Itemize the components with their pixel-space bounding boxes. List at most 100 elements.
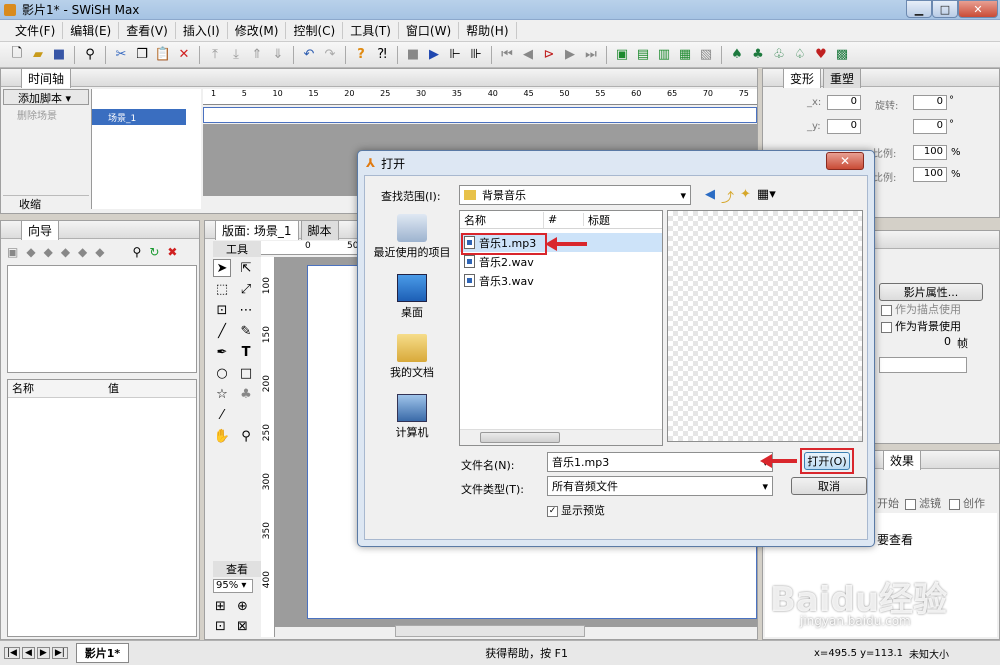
- bring-front-icon[interactable]: ⇑: [248, 46, 266, 64]
- new-folder-icon[interactable]: ✦: [740, 187, 751, 206]
- frame-select[interactable]: [879, 357, 967, 373]
- tab-effects[interactable]: 效果: [883, 449, 922, 470]
- next-frame-icon[interactable]: ▶: [561, 46, 579, 64]
- context-help-icon[interactable]: ⁈: [373, 46, 391, 64]
- star-tool-icon[interactable]: ☆: [213, 385, 231, 403]
- autoshape-tool-icon[interactable]: ♣: [237, 385, 255, 403]
- tab-transform[interactable]: 变形: [783, 67, 822, 88]
- menu-insert[interactable]: 插入(I): [176, 22, 228, 39]
- text-tool-icon[interactable]: T: [237, 343, 255, 361]
- menu-tools[interactable]: 工具(T): [343, 22, 399, 39]
- tab-script[interactable]: 脚本: [300, 219, 339, 240]
- shape-icon[interactable]: ◆: [44, 245, 53, 259]
- play-timeline-icon[interactable]: ⊩: [446, 46, 464, 64]
- motion-path-icon[interactable]: ⊡: [213, 301, 231, 319]
- ellipse-tool-icon[interactable]: ○: [213, 364, 231, 382]
- zoom-select[interactable]: 95% ▾: [213, 579, 253, 593]
- delete-icon[interactable]: ✕: [175, 46, 193, 64]
- view-menu-icon[interactable]: ▦▾: [757, 187, 776, 206]
- x-input[interactable]: 0: [827, 95, 861, 110]
- up-folder-icon[interactable]: ⤴: [721, 187, 734, 206]
- save-icon[interactable]: ■: [50, 46, 68, 64]
- next-tab-icon[interactable]: ▶: [36, 647, 50, 659]
- col-number-header[interactable]: #: [544, 213, 584, 226]
- close-icon[interactable]: ✖: [167, 245, 177, 259]
- line-tool-icon[interactable]: ╱: [213, 322, 231, 340]
- maximize-button[interactable]: □: [932, 0, 958, 18]
- pen-tool-icon[interactable]: ✒: [213, 343, 231, 361]
- first-tab-icon[interactable]: |◀: [4, 647, 20, 659]
- refresh-icon[interactable]: ↻: [149, 245, 159, 259]
- document-tab[interactable]: 影片1*: [75, 643, 130, 663]
- start-option[interactable]: 开始: [877, 495, 899, 511]
- subselect-tool-icon[interactable]: ⇱: [237, 259, 255, 277]
- stop-icon[interactable]: ■: [404, 46, 422, 64]
- filter-checkbox[interactable]: 滤镜: [905, 495, 941, 511]
- last-frame-icon[interactable]: ⏭: [582, 46, 600, 64]
- close-button[interactable]: ✕: [958, 0, 998, 18]
- place-computer[interactable]: 计算机: [373, 394, 451, 440]
- shape-icon[interactable]: ◆: [26, 245, 35, 259]
- filetype-select[interactable]: 所有音频文件 ▾: [547, 476, 773, 496]
- rectangle-tool-icon[interactable]: □: [237, 364, 255, 382]
- copy-icon[interactable]: ❐: [133, 46, 151, 64]
- place-recent[interactable]: 最近使用的项目: [373, 214, 451, 260]
- back-icon[interactable]: ◀: [705, 187, 715, 206]
- redo-icon[interactable]: ↷: [321, 46, 339, 64]
- hand-tool-icon[interactable]: ✋: [213, 427, 231, 445]
- look-in-select[interactable]: 背景音乐 ▾: [459, 185, 691, 205]
- eyedropper-tool-icon[interactable]: ⁄: [213, 406, 231, 424]
- zoom-fit-icon[interactable]: ⊞: [215, 599, 226, 614]
- select-tool-icon[interactable]: ➤: [213, 259, 231, 277]
- play-effect-icon[interactable]: ⊪: [467, 46, 485, 64]
- shape-icon[interactable]: ◆: [61, 245, 70, 259]
- dialog-close-button[interactable]: ✕: [826, 152, 864, 170]
- open-folder-icon[interactable]: ▰: [29, 46, 47, 64]
- effect-6-icon[interactable]: ▩: [833, 46, 851, 64]
- move-down-icon[interactable]: ⤓: [227, 46, 245, 64]
- effect-3-icon[interactable]: ♧: [770, 46, 788, 64]
- create-checkbox[interactable]: 创作: [949, 495, 985, 511]
- menu-window[interactable]: 窗口(W): [399, 22, 460, 39]
- insert-shape-icon[interactable]: ▦: [676, 46, 694, 64]
- new-file-icon[interactable]: 🗋: [8, 46, 26, 64]
- file-item[interactable]: 音乐3.wav: [460, 271, 662, 290]
- play-icon[interactable]: ▶: [425, 46, 443, 64]
- shape-icon[interactable]: ◆: [78, 245, 87, 259]
- col-title-header[interactable]: 标题: [584, 212, 610, 228]
- menu-control[interactable]: 控制(C): [286, 22, 344, 39]
- place-desktop[interactable]: 桌面: [373, 274, 451, 320]
- zoom-selection-icon[interactable]: ⊡: [215, 619, 226, 634]
- show-preview-checkbox[interactable]: ✓ 显示预览: [547, 502, 605, 518]
- reshape-tool-icon[interactable]: ⋯: [237, 301, 255, 319]
- add-script-button[interactable]: 添加脚本 ▾: [3, 89, 89, 105]
- filename-input[interactable]: 音乐1.mp3 ▾: [547, 452, 773, 472]
- pencil-tool-icon[interactable]: ✎: [237, 322, 255, 340]
- effect-4-icon[interactable]: ♤: [791, 46, 809, 64]
- background-checkbox[interactable]: 作为背景使用: [881, 318, 961, 334]
- y-input[interactable]: 0: [827, 119, 861, 134]
- paste-icon[interactable]: 📋: [154, 46, 172, 64]
- scene-row[interactable]: 场景_1: [92, 109, 186, 125]
- rotate-input[interactable]: 0: [913, 95, 947, 110]
- tab-guide[interactable]: 向导: [21, 219, 60, 240]
- tab-reshape[interactable]: 重塑: [823, 67, 862, 88]
- effect-5-icon[interactable]: ♥: [812, 46, 830, 64]
- send-back-icon[interactable]: ⇓: [269, 46, 287, 64]
- goto-frame-icon[interactable]: ⊳: [540, 46, 558, 64]
- zoom-all-icon[interactable]: ⊠: [237, 619, 248, 634]
- effect-1-icon[interactable]: ♠: [728, 46, 746, 64]
- scale-x-input[interactable]: 100: [913, 145, 947, 160]
- col-name-header[interactable]: 名称: [460, 211, 544, 228]
- movie-properties-button[interactable]: 影片属性...: [879, 283, 983, 301]
- cut-icon[interactable]: ✂: [112, 46, 130, 64]
- menu-help[interactable]: 帮助(H): [459, 22, 517, 39]
- menu-file[interactable]: 文件(F): [8, 22, 64, 39]
- tab-timeline[interactable]: 时间轴: [21, 67, 72, 88]
- place-documents[interactable]: 我的文档: [373, 334, 451, 380]
- open-button[interactable]: 打开(O): [804, 452, 850, 470]
- move-up-icon[interactable]: ⤒: [206, 46, 224, 64]
- undo-icon[interactable]: ↶: [300, 46, 318, 64]
- anchor-checkbox[interactable]: 作为描点使用: [881, 301, 961, 317]
- insert-scene-icon[interactable]: ▣: [613, 46, 631, 64]
